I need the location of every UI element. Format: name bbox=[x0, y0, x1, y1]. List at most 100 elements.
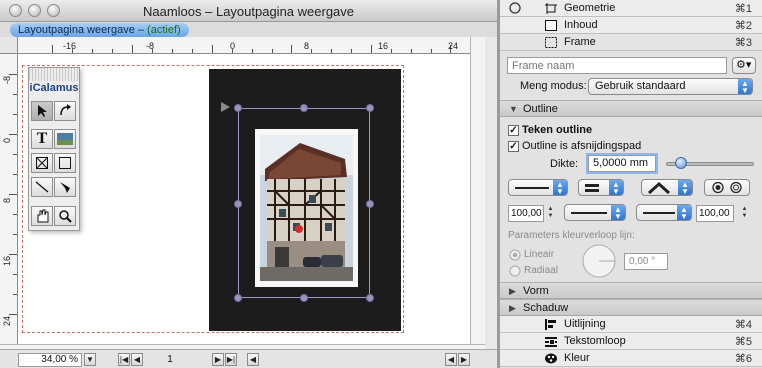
radio-linear-label[interactable]: Lineair bbox=[524, 249, 554, 260]
section-shadow-header[interactable]: ▶ Schaduw bbox=[500, 299, 762, 316]
panel-label: Geometrie bbox=[564, 2, 616, 14]
screen: { "window": { "title": "Naamloos – Layou… bbox=[0, 0, 762, 368]
previous-icon: ◀ bbox=[133, 355, 141, 364]
panel-row-geometry[interactable]: Geometrie ⌘1 bbox=[500, 0, 762, 17]
pen-nib-icon bbox=[60, 182, 70, 193]
start-scale-stepper[interactable]: ▲ ▼ bbox=[546, 206, 555, 221]
ruler-label: -16 bbox=[63, 41, 77, 51]
zoom-level-field[interactable]: 34,00 % bbox=[18, 353, 82, 367]
angle-dial-icon[interactable] bbox=[581, 243, 617, 279]
section-shape-header[interactable]: ▶ Vorm bbox=[500, 282, 762, 299]
frame-name-input[interactable] bbox=[507, 57, 727, 74]
resize-handle[interactable] bbox=[366, 104, 374, 112]
panel-row-content[interactable]: Inhoud ⌘2 bbox=[500, 17, 762, 34]
panel-row-alignment[interactable]: Uitlijning ⌘4 bbox=[500, 316, 762, 333]
title-bar[interactable]: Naamloos – Layoutpagina weergave bbox=[0, 0, 497, 22]
horizontal-ruler[interactable]: -16 -8 0 8 16 24 bbox=[18, 37, 470, 54]
resize-handle[interactable] bbox=[300, 104, 308, 112]
resize-handle[interactable] bbox=[234, 200, 242, 208]
vertical-scrollbar[interactable] bbox=[470, 37, 485, 344]
scroll-right-button[interactable]: ▶ bbox=[458, 353, 470, 366]
rotate-arrow-icon bbox=[60, 104, 71, 116]
panel-row-text-wrap[interactable]: Tekstomloop ⌘5 bbox=[500, 333, 762, 350]
panel-row-frame[interactable]: Frame ⌘3 bbox=[500, 34, 762, 51]
status-bar: 34,00 % ▼ |◀ ◀ 1 ▶ ▶| ◀ ◀ ▶ bbox=[0, 349, 497, 368]
clip-path-checkbox[interactable]: ✓ bbox=[508, 141, 519, 152]
text-tool-button[interactable]: T bbox=[31, 129, 53, 149]
arrow-tool-button[interactable] bbox=[31, 101, 53, 121]
rectangle-icon bbox=[59, 157, 71, 169]
rotate-tool-button[interactable] bbox=[54, 101, 76, 121]
resize-handle[interactable] bbox=[234, 104, 242, 112]
end-arrow-select[interactable]: ▲ ▼ bbox=[636, 204, 692, 221]
bezier-tool-button[interactable] bbox=[54, 177, 76, 197]
gradient-params-label: Parameters kleurverloop lijn: bbox=[508, 230, 635, 241]
resize-handle[interactable] bbox=[366, 200, 374, 208]
hand-tool-button[interactable] bbox=[31, 206, 53, 226]
angle-input[interactable]: 0,00 ° bbox=[624, 253, 668, 270]
shortcut-label: ⌘4 bbox=[734, 319, 752, 331]
geometry-icon bbox=[545, 3, 557, 14]
linear-radio-icon bbox=[509, 249, 521, 261]
resize-handle[interactable] bbox=[300, 294, 308, 302]
ruler-corner[interactable] bbox=[0, 37, 18, 54]
line-pattern-select[interactable]: ▲ ▼ bbox=[578, 179, 624, 196]
scroll-left-button[interactable]: ◀ bbox=[247, 353, 259, 366]
section-outline-header[interactable]: ▼ Outline bbox=[500, 100, 762, 117]
frame-x-icon bbox=[36, 157, 48, 169]
updown-arrows-icon: ▲ ▼ bbox=[738, 79, 752, 95]
end-scale-input[interactable]: 100,00 bbox=[696, 205, 734, 222]
panel-label: Kleur bbox=[564, 352, 590, 364]
section-title: Schaduw bbox=[523, 302, 569, 314]
page-number[interactable]: 1 bbox=[160, 354, 180, 365]
zoom-dropdown-button[interactable]: ▼ bbox=[84, 353, 96, 366]
blend-mode-select[interactable]: Gebruik standaard ▲ ▼ bbox=[588, 78, 753, 95]
half-timbered-house-photo bbox=[260, 135, 353, 281]
line-tool-button[interactable] bbox=[31, 177, 53, 197]
stroke-position-toggle[interactable] bbox=[704, 179, 750, 196]
scroll-left-button-end[interactable]: ◀ bbox=[445, 353, 457, 366]
panel-label: Frame bbox=[564, 36, 596, 48]
next-icon: ▶ bbox=[214, 355, 222, 364]
image-tool-button[interactable] bbox=[54, 129, 76, 149]
shortcut-label: ⌘2 bbox=[734, 20, 752, 32]
shortcut-label: ⌘6 bbox=[734, 353, 752, 365]
resize-handle[interactable] bbox=[366, 294, 374, 302]
line-style-select[interactable]: ▲ ▼ bbox=[508, 179, 568, 196]
first-page-button[interactable]: |◀ bbox=[118, 353, 130, 366]
ruler-label: 16 bbox=[378, 41, 389, 51]
photo-image[interactable] bbox=[255, 129, 358, 287]
radio-icon bbox=[509, 2, 521, 14]
updown-arrows-icon: ▲ ▼ bbox=[609, 180, 623, 196]
draw-outline-checkbox[interactable]: ✓ bbox=[508, 125, 519, 136]
thickness-slider-knob[interactable] bbox=[675, 157, 687, 169]
ruler-label: 24 bbox=[2, 316, 12, 327]
tab-label: Layoutpagina weergave – bbox=[18, 24, 148, 36]
thickness-input[interactable]: 5,0000 mm bbox=[588, 155, 656, 172]
previous-page-button[interactable]: ◀ bbox=[131, 353, 143, 366]
vertical-ruler[interactable]: -8 0 8 16 24 bbox=[0, 54, 18, 344]
tab-layout-view[interactable]: Layoutpagina weergave – (actief) bbox=[10, 23, 189, 37]
panel-row-color[interactable]: Kleur ⌘6 bbox=[500, 350, 762, 367]
inspector-palette: Geometrie ⌘1 Inhoud ⌘2 Frame ⌘3 ⚙▾ Meng … bbox=[500, 0, 762, 368]
end-scale-stepper[interactable]: ▲ ▼ bbox=[740, 206, 749, 221]
toolbox-drag-handle[interactable] bbox=[29, 68, 79, 81]
ruler-label: 8 bbox=[2, 198, 12, 204]
radio-radial-label[interactable]: Radiaal bbox=[524, 265, 558, 276]
frame-options-button[interactable]: ⚙▾ bbox=[732, 57, 756, 74]
start-arrow-select[interactable]: ▲ ▼ bbox=[564, 204, 626, 221]
next-page-button[interactable]: ▶ bbox=[212, 353, 224, 366]
checkmark-icon: ✓ bbox=[509, 125, 518, 136]
zoom-tool-button[interactable] bbox=[54, 206, 76, 226]
frame-tool-button[interactable] bbox=[31, 153, 53, 173]
resize-handle[interactable] bbox=[234, 294, 242, 302]
start-scale-input[interactable]: 100,00 bbox=[508, 205, 544, 222]
ruler-label: 8 bbox=[304, 41, 310, 51]
line-join-select[interactable]: ▲ ▼ bbox=[641, 179, 693, 196]
last-page-button[interactable]: ▶| bbox=[225, 353, 237, 366]
disclosure-closed-icon: ▶ bbox=[509, 303, 516, 313]
layout-canvas[interactable] bbox=[18, 54, 470, 344]
text-wrap-icon bbox=[545, 337, 557, 347]
checkmark-icon: ✓ bbox=[509, 141, 518, 152]
rectangle-tool-button[interactable] bbox=[54, 153, 76, 173]
